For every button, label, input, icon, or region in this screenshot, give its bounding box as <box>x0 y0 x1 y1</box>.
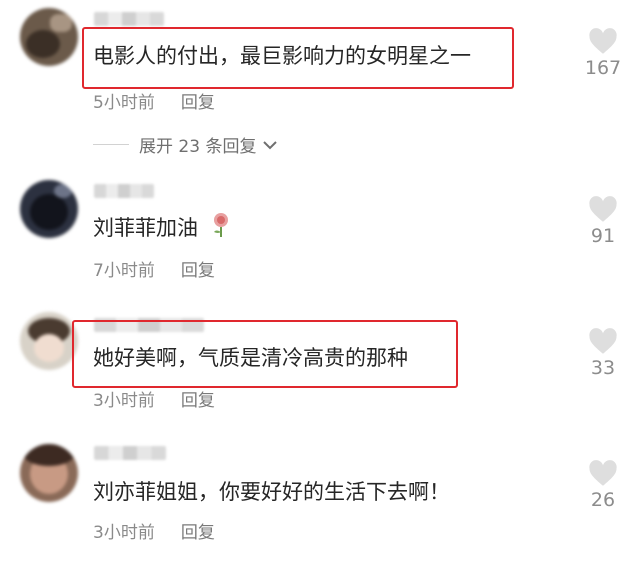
comment-text-content: 刘菲菲加油 <box>93 216 198 240</box>
heart-icon <box>589 328 617 354</box>
rose-emoji <box>213 213 228 237</box>
comment-time: 7小时前 <box>93 261 155 281</box>
chevron-down-icon <box>263 140 278 149</box>
expand-replies-label: 展开 23 条回复 <box>139 137 257 157</box>
like-count: 167 <box>584 57 622 79</box>
heart-icon <box>589 28 617 54</box>
comment-text: 刘菲菲加油 <box>93 212 231 242</box>
comment-item: 刘亦菲姐姐，你要好好的生活下去啊！ 3小时前 回复 26 <box>0 430 640 563</box>
avatar[interactable] <box>20 180 78 238</box>
username[interactable] <box>94 184 154 198</box>
like-button[interactable]: 26 <box>568 460 638 511</box>
divider <box>93 144 129 145</box>
like-count: 91 <box>590 225 616 247</box>
comment-meta: 3小时前 回复 <box>93 386 215 411</box>
comment-time: 3小时前 <box>93 391 155 411</box>
reply-button[interactable]: 回复 <box>181 261 215 281</box>
reply-button[interactable]: 回复 <box>181 93 215 113</box>
comment-item: 电影人的付出，最巨影响力的女明星之一 5小时前 回复 展开 23 条回复 167 <box>0 0 640 170</box>
like-count: 33 <box>590 357 616 379</box>
heart-icon <box>589 196 617 222</box>
username[interactable] <box>94 446 166 460</box>
comment-text: 刘亦菲姐姐，你要好好的生活下去啊！ <box>93 480 450 504</box>
comment-item: 她好美啊，气质是清冷高贵的那种 3小时前 回复 33 <box>0 300 640 430</box>
like-count: 26 <box>590 489 616 511</box>
comment-time: 5小时前 <box>93 93 155 113</box>
avatar[interactable] <box>20 8 78 66</box>
expand-replies[interactable]: 展开 23 条回复 <box>93 132 280 157</box>
highlight-box <box>82 27 514 89</box>
comment-item: 刘菲菲加油 7小时前 回复 91 <box>0 170 640 300</box>
comment-meta: 7小时前 回复 <box>93 256 215 281</box>
comment-meta: 3小时前 回复 <box>93 518 215 543</box>
like-button[interactable]: 91 <box>568 196 638 247</box>
comment-time: 3小时前 <box>93 523 155 543</box>
like-button[interactable]: 33 <box>568 328 638 379</box>
comment-meta: 5小时前 回复 <box>93 88 215 113</box>
avatar[interactable] <box>20 444 78 502</box>
like-button[interactable]: 167 <box>568 28 638 79</box>
heart-icon <box>589 460 617 486</box>
username[interactable] <box>94 12 164 26</box>
reply-button[interactable]: 回复 <box>181 523 215 543</box>
reply-button[interactable]: 回复 <box>181 391 215 411</box>
highlight-box <box>72 320 458 388</box>
avatar[interactable] <box>20 312 78 370</box>
